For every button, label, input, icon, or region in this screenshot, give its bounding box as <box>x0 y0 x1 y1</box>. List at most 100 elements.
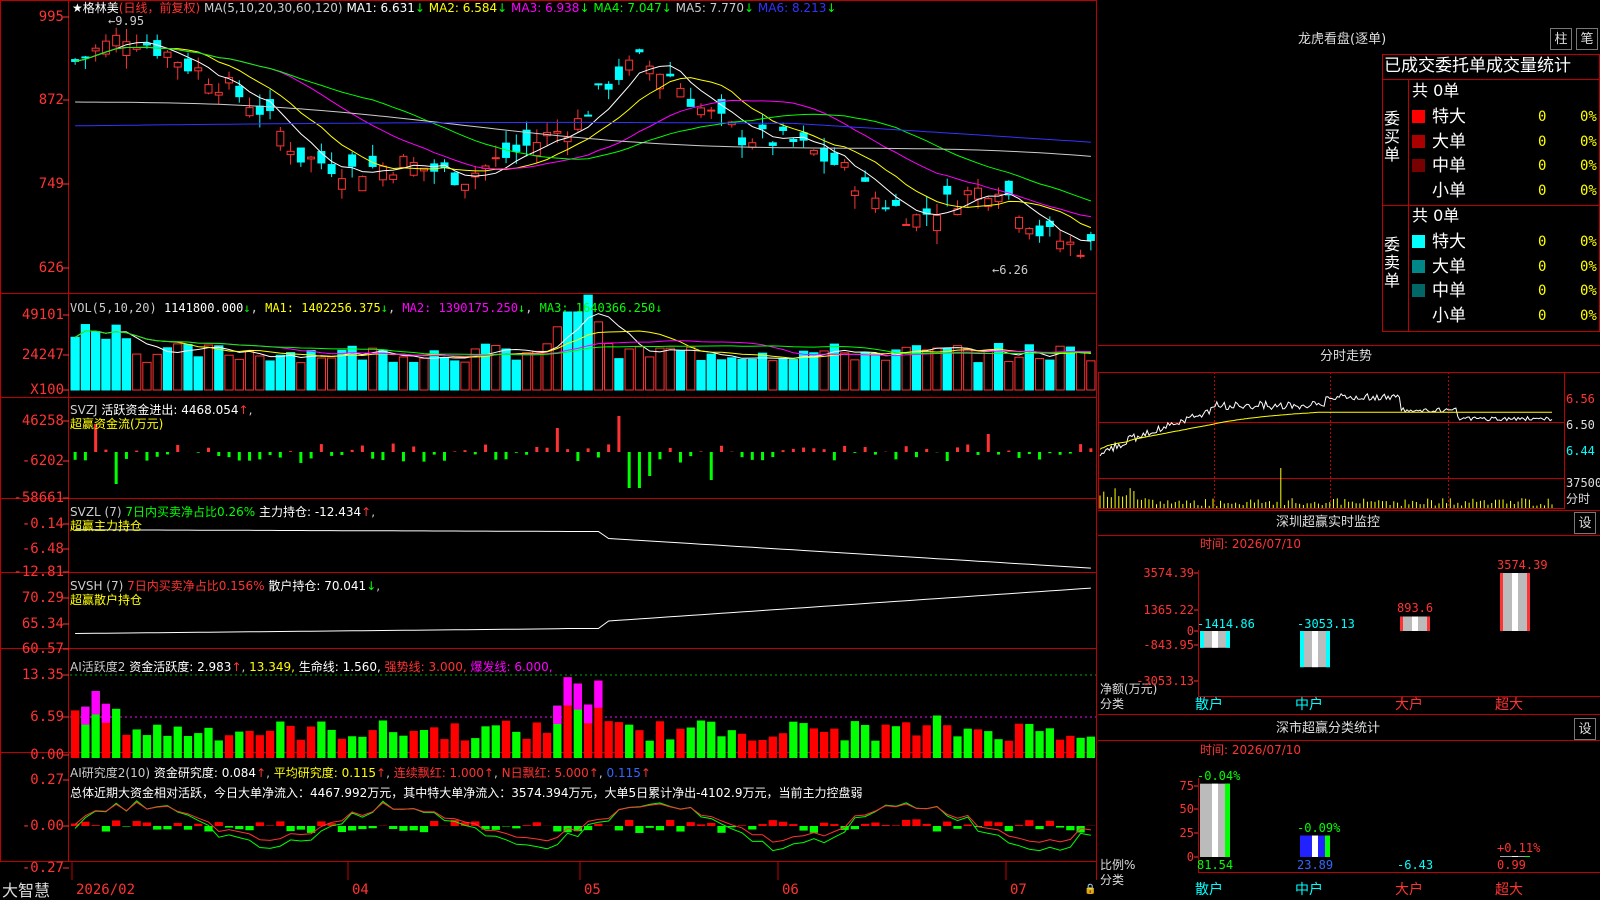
volume-bar <box>922 349 932 391</box>
ai-bar <box>276 721 285 758</box>
price-tick: 749 <box>38 176 64 192</box>
lock-icon[interactable]: 🔒 <box>1084 883 1096 897</box>
ai-l1: 资金活跃度: 2.983 <box>129 660 232 674</box>
ai-bar <box>296 739 305 758</box>
up-arrow-icon: ↑ <box>231 660 242 674</box>
ai2-l1: 资金研究度: 0.084 <box>153 766 257 780</box>
ai-bar <box>481 726 490 758</box>
volume-bar <box>121 338 132 391</box>
period-label[interactable]: (日线，前复权) <box>119 1 200 15</box>
volume-bar <box>275 354 285 391</box>
vol-ma2: MA2: 1390175.250 <box>402 301 518 315</box>
ai-bar <box>255 735 264 758</box>
volume-bar <box>439 357 450 391</box>
ai-bar <box>707 721 716 758</box>
sell-row-pct: 0% <box>1580 234 1597 250</box>
ai2-tick: -0.27 <box>21 860 64 876</box>
classify-y-tick: 75 <box>1179 779 1194 793</box>
svzj-sub: 超赢资金流(万元) <box>70 417 164 431</box>
ai-bar <box>696 720 706 758</box>
candle-body <box>584 114 593 117</box>
volume-bar <box>511 359 521 391</box>
svzj-label: 活跃资金进出: 4468.054 <box>101 403 239 417</box>
candle-body <box>635 49 644 53</box>
candle-body <box>1035 225 1044 237</box>
ai2-bar <box>809 826 818 833</box>
ai2-bar <box>265 825 275 826</box>
ai2-bar <box>676 826 685 832</box>
ai2-bar <box>91 825 100 826</box>
buy-row-value: 0 <box>1538 182 1547 199</box>
ai2-bar <box>645 826 654 828</box>
ai2-bars <box>71 800 1095 852</box>
ai2-bar <box>891 825 901 826</box>
candle-body <box>604 83 613 90</box>
volume-bar <box>696 359 706 391</box>
sell-row-pct: 0% <box>1580 283 1597 299</box>
main-chart-svg[interactable] <box>0 0 1098 880</box>
main-chart-area[interactable]: ★格林美(日线，前复权) MA(5,10,20,30,60,120) MA1: … <box>0 0 1098 880</box>
classify-settings-button[interactable]: 设 <box>1574 718 1596 740</box>
candle-body <box>358 176 367 192</box>
ai-tick: 0.00 <box>30 747 64 763</box>
svzj-header: SVZJ 活跃资金进出: 4468.054↑, <box>70 403 253 417</box>
price-tick: 626 <box>38 260 64 276</box>
volume-bar <box>265 360 275 391</box>
candles <box>71 27 1095 259</box>
sell-total: 共 0单 <box>1412 206 1460 225</box>
candle-body <box>799 132 808 141</box>
ai2-bar <box>430 821 439 826</box>
ai-bar <box>163 735 172 758</box>
ai2-bar <box>861 823 870 826</box>
monitor-settings-button[interactable]: 设 <box>1574 512 1596 534</box>
y-axis: 995 872 749 626 49101 24247 X100 46258 -6202 -586… <box>0 0 68 880</box>
ai-bar <box>1066 735 1075 758</box>
ai-tick: 13.35 <box>21 667 64 683</box>
ai-bar <box>532 722 541 758</box>
volume-bar <box>757 352 768 391</box>
volume-bar <box>850 359 860 391</box>
ai2-bar <box>943 821 952 826</box>
ai-bar <box>306 726 316 758</box>
ai-bar <box>491 725 500 758</box>
ai2-bar <box>348 826 357 831</box>
ai-bar <box>460 740 470 758</box>
bar-mode-button[interactable]: 柱 <box>1550 28 1572 50</box>
ai-l4: 强势线: 3.000, <box>384 660 467 674</box>
candle-body <box>491 157 500 160</box>
svsh-tick: 70.29 <box>21 590 64 606</box>
volume-bar <box>788 359 798 391</box>
candle-body <box>943 185 952 195</box>
svzl-tick: -6.48 <box>21 541 64 557</box>
ai2-bar <box>799 826 808 831</box>
dragon-tabs[interactable]: 已成交委托单成交量统计 <box>1384 56 1571 76</box>
classify-bar-highlight <box>1512 856 1518 857</box>
classify-chg-label: +0.11% <box>1497 841 1541 856</box>
ai-bar <box>450 723 459 758</box>
x-axis-bar: 大智慧 2026/02 04 05 06 07 🔒 <box>0 880 1098 900</box>
ai2-bar <box>830 824 839 826</box>
monitor-cat-label: 超大 <box>1495 697 1523 713</box>
candle-body <box>840 162 849 168</box>
monitor-bar-highlight <box>1312 631 1318 668</box>
ai-bar <box>286 725 295 758</box>
ai-bar <box>614 722 624 758</box>
ai-header: AI活跃度2 资金活跃度: 2.983↑, 13.349, 生命线: 1.560… <box>70 660 553 674</box>
monitor-title: 深圳超赢实时监控 <box>1276 515 1381 530</box>
ma1-value: MA1: 6.631 <box>346 1 415 15</box>
svzj-tick: 46258 <box>21 413 64 429</box>
volume-bar <box>737 358 747 391</box>
candle-body <box>758 124 767 130</box>
volume-bar <box>521 352 532 391</box>
volume-bar <box>429 350 439 391</box>
classify-pct-label: -6.43 <box>1397 858 1434 872</box>
ai2-bar <box>112 820 121 826</box>
ai-bar <box>1076 737 1085 758</box>
ai-bar <box>522 738 531 758</box>
volume-bar <box>624 348 634 391</box>
volume-bar <box>1034 358 1045 391</box>
candle-body <box>891 199 900 206</box>
ai2-bar <box>902 819 911 826</box>
candle-body <box>296 147 305 163</box>
tick-mode-button[interactable]: 笔 <box>1576 28 1598 50</box>
